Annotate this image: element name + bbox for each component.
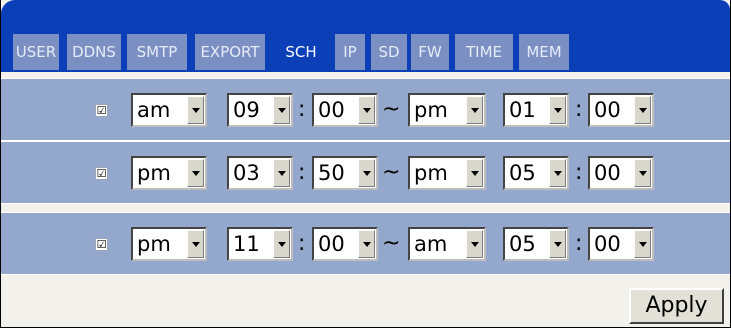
end-hour-value: 01 <box>509 98 536 122</box>
tab-smtp[interactable]: SMTP <box>127 34 187 70</box>
chevron-down-icon <box>358 230 375 258</box>
chevron-down-icon <box>358 96 375 124</box>
start-ampm-value: pm <box>137 232 171 256</box>
apply-button[interactable]: Apply <box>629 288 724 324</box>
start-hour-select[interactable]: 09 <box>227 93 293 127</box>
time-separator: : <box>575 160 583 185</box>
end-minute-select[interactable]: 00 <box>588 156 654 190</box>
chevron-down-icon <box>466 96 483 124</box>
chevron-down-icon <box>634 159 651 187</box>
start-minute-value: 00 <box>318 232 345 256</box>
end-ampm-value: am <box>414 232 448 256</box>
end-minute-value: 00 <box>594 98 621 122</box>
tab-time[interactable]: TIME <box>455 34 513 70</box>
start-minute-value: 50 <box>318 161 345 185</box>
enable-checkbox[interactable]: ☑ <box>95 104 108 117</box>
chevron-down-icon <box>549 230 566 258</box>
schedule-row: ☑ pm 03 : 50 ~ pm 05 : 00 <box>1 141 730 204</box>
tab-fw[interactable]: FW <box>411 34 449 70</box>
time-separator: : <box>575 97 583 122</box>
schedule-panel: USER DDNS SMTP EXPORT SCH IP SD FW TIME … <box>0 0 731 328</box>
start-minute-select[interactable]: 00 <box>312 93 378 127</box>
start-hour-value: 09 <box>233 98 260 122</box>
start-ampm-value: pm <box>137 161 171 185</box>
chevron-down-icon <box>549 159 566 187</box>
end-hour-select[interactable]: 01 <box>503 93 569 127</box>
time-separator: : <box>575 231 583 256</box>
start-minute-select[interactable]: 00 <box>312 227 378 261</box>
start-minute-value: 00 <box>318 98 345 122</box>
chevron-down-icon <box>634 230 651 258</box>
tab-ddns[interactable]: DDNS <box>67 34 121 70</box>
chevron-down-icon <box>549 96 566 124</box>
time-separator: : <box>298 231 306 256</box>
start-ampm-value: am <box>137 98 171 122</box>
end-ampm-value: pm <box>414 98 448 122</box>
tab-sch[interactable]: SCH <box>271 34 331 70</box>
chevron-down-icon <box>273 230 290 258</box>
end-ampm-select[interactable]: pm <box>408 93 486 127</box>
chevron-down-icon <box>187 230 204 258</box>
start-ampm-select[interactable]: pm <box>131 156 207 190</box>
start-hour-value: 11 <box>233 232 260 256</box>
start-ampm-select[interactable]: am <box>131 93 207 127</box>
chevron-down-icon <box>358 159 375 187</box>
schedule-row: ☑ am 09 : 00 ~ pm 01 : 00 <box>1 78 730 141</box>
chevron-down-icon <box>466 159 483 187</box>
tab-ip[interactable]: IP <box>335 34 365 70</box>
range-separator: ~ <box>382 160 401 185</box>
tab-export[interactable]: EXPORT <box>195 34 265 70</box>
end-minute-value: 00 <box>594 161 621 185</box>
tab-bar: USER DDNS SMTP EXPORT SCH IP SD FW TIME … <box>1 0 730 72</box>
chevron-down-icon <box>466 230 483 258</box>
start-hour-select[interactable]: 03 <box>227 156 293 190</box>
chevron-down-icon <box>634 96 651 124</box>
range-separator: ~ <box>382 231 401 256</box>
end-ampm-select[interactable]: pm <box>408 156 486 190</box>
start-minute-select[interactable]: 50 <box>312 156 378 190</box>
tab-mem[interactable]: MEM <box>519 34 569 70</box>
end-ampm-select[interactable]: am <box>408 227 486 261</box>
enable-checkbox[interactable]: ☑ <box>95 167 108 180</box>
chevron-down-icon <box>273 96 290 124</box>
tab-sd[interactable]: SD <box>371 34 407 70</box>
time-separator: : <box>298 160 306 185</box>
end-hour-select[interactable]: 05 <box>503 156 569 190</box>
start-ampm-select[interactable]: pm <box>131 227 207 261</box>
end-minute-value: 00 <box>594 232 621 256</box>
end-hour-select[interactable]: 05 <box>503 227 569 261</box>
end-ampm-value: pm <box>414 161 448 185</box>
schedule-row: ☑ pm 11 : 00 ~ am 05 : 00 <box>1 212 730 275</box>
end-hour-value: 05 <box>509 232 536 256</box>
time-separator: : <box>298 97 306 122</box>
chevron-down-icon <box>187 96 204 124</box>
enable-checkbox[interactable]: ☑ <box>95 238 108 251</box>
tab-user[interactable]: USER <box>13 34 59 70</box>
end-hour-value: 05 <box>509 161 536 185</box>
end-minute-select[interactable]: 00 <box>588 93 654 127</box>
end-minute-select[interactable]: 00 <box>588 227 654 261</box>
start-hour-value: 03 <box>233 161 260 185</box>
chevron-down-icon <box>187 159 204 187</box>
start-hour-select[interactable]: 11 <box>227 227 293 261</box>
range-separator: ~ <box>382 97 401 122</box>
chevron-down-icon <box>273 159 290 187</box>
